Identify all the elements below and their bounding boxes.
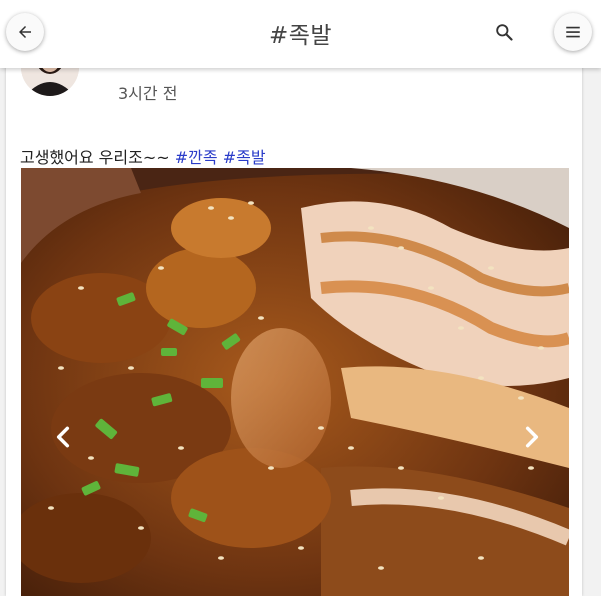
- app-bar: #족발: [0, 0, 601, 68]
- hamburger-menu-icon: [566, 26, 580, 38]
- menu-button[interactable]: [554, 13, 592, 51]
- post-card: 3시간 전 고생했어요 우리조~~ #깐족 #족발: [6, 50, 582, 596]
- back-button[interactable]: [6, 13, 44, 51]
- search-icon: [496, 24, 513, 41]
- chevron-left-icon: [56, 426, 70, 448]
- arrow-back-icon: [19, 26, 31, 38]
- post-text: 고생했어요 우리조~~ #깐족 #족발: [20, 144, 266, 168]
- carousel-prev-button[interactable]: [43, 417, 83, 457]
- post-time: 3시간 전: [118, 84, 178, 103]
- hashtag-link[interactable]: #깐족: [175, 148, 218, 167]
- chevron-right-icon: [525, 426, 539, 448]
- post-photo[interactable]: [21, 168, 569, 596]
- food-image: [21, 168, 569, 596]
- post-body: 고생했어요 우리조~~: [20, 148, 170, 167]
- search-button[interactable]: [488, 16, 520, 48]
- hashtag-link[interactable]: #족발: [223, 148, 266, 167]
- carousel-next-button[interactable]: [512, 417, 552, 457]
